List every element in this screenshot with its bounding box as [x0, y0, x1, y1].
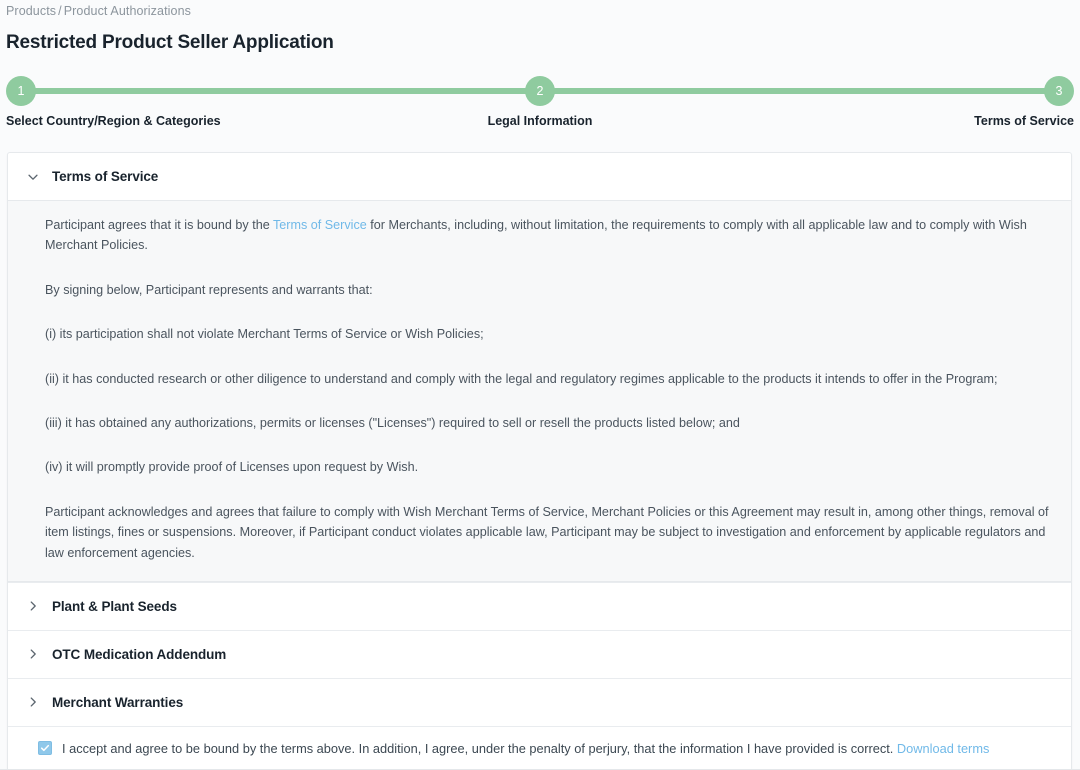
- breadcrumb-separator: /: [58, 4, 62, 18]
- application-page: Products / Product Authorizations Restrict…: [0, 0, 1080, 770]
- download-terms-link[interactable]: Download terms: [897, 741, 989, 756]
- stepper-step-3-number: 3: [1044, 76, 1074, 106]
- stepper-step-2-label: Legal Information: [487, 114, 593, 128]
- terms-clause-i: (i) its participation shall not violate …: [45, 327, 484, 342]
- accordion-title-merchant-warranties: Merchant Warranties: [52, 694, 184, 710]
- accordion-section-plant-and-plant-seeds: Plant & Plant Seeds: [8, 581, 1071, 630]
- accordion-title-terms-of-service: Terms of Service: [52, 169, 159, 184]
- accordion-header-plant-and-plant-seeds[interactable]: Plant & Plant Seeds: [8, 583, 1071, 630]
- accordion-header-merchant-warranties[interactable]: Merchant Warranties: [8, 679, 1071, 726]
- stepper-step-3-label: Terms of Service: [974, 114, 1074, 128]
- chevron-right-icon: [30, 697, 36, 707]
- agreement-label: I accept and agree to be bound by the te…: [62, 740, 989, 759]
- checkmark-icon: [40, 744, 50, 751]
- terms-card: Terms of Service Participant agrees that…: [7, 152, 1072, 770]
- terms-paragraph-1-before: Participant agrees that it is bound by t…: [45, 218, 273, 232]
- accordion-section-otc-medication-addendum: OTC Medication Addendum: [8, 629, 1071, 678]
- stepper-step-1[interactable]: 1 Select Country/Region & Categories: [6, 76, 221, 128]
- chevron-right-icon: [30, 601, 36, 611]
- accordion-title-otc-medication-addendum: OTC Medication Addendum: [52, 646, 227, 662]
- terms-clause-ii: (ii) it has conducted research or other …: [45, 371, 998, 386]
- breadcrumb: Products / Product Authorizations: [6, 4, 191, 18]
- terms-of-service-link[interactable]: Terms of Service: [273, 218, 367, 232]
- stepper-step-1-number: 1: [6, 76, 36, 106]
- terms-paragraph-2: By signing below, Participant represents…: [45, 282, 373, 297]
- stepper-step-3[interactable]: 3 Terms of Service: [974, 76, 1074, 128]
- agreement-text: I accept and agree to be bound by the te…: [62, 740, 894, 756]
- terms-clause-iii: (iii) it has obtained any authorizations…: [45, 415, 740, 430]
- terms-clause-iv: (iv) it will promptly provide proof of L…: [45, 460, 419, 475]
- chevron-down-icon: [28, 174, 38, 180]
- accordion-title-plant-and-plant-seeds: Plant & Plant Seeds: [52, 598, 177, 614]
- accordion-section-terms-of-service: Terms of Service Participant agrees that…: [8, 153, 1071, 582]
- accept-terms-checkbox[interactable]: [38, 740, 52, 755]
- agreement-row: I accept and agree to be bound by the te…: [8, 725, 1071, 770]
- chevron-right-icon: [30, 649, 36, 659]
- terms-of-service-body: Participant agrees that it is bound by t…: [8, 200, 1071, 582]
- breadcrumb-item-product-authorizations[interactable]: Product Authorizations: [64, 4, 191, 18]
- terms-paragraph-final: Participant acknowledges and agrees that…: [45, 504, 1049, 560]
- breadcrumb-item-products[interactable]: Products: [6, 4, 56, 18]
- accordion-section-merchant-warranties: Merchant Warranties: [8, 677, 1071, 726]
- terms-paragraph-1: Participant agrees that it is bound by t…: [45, 215, 1049, 256]
- stepper-step-2-number: 2: [525, 76, 555, 106]
- accordion-header-otc-medication-addendum[interactable]: OTC Medication Addendum: [8, 631, 1071, 678]
- progress-stepper: 1 Select Country/Region & Categories 2 L…: [6, 76, 1074, 136]
- page-title: Restricted Product Seller Application: [6, 32, 334, 53]
- stepper-step-2[interactable]: 2 Legal Information: [488, 76, 592, 128]
- stepper-step-1-label: Select Country/Region & Categories: [6, 114, 221, 128]
- accordion-header-terms-of-service[interactable]: Terms of Service: [8, 153, 1071, 200]
